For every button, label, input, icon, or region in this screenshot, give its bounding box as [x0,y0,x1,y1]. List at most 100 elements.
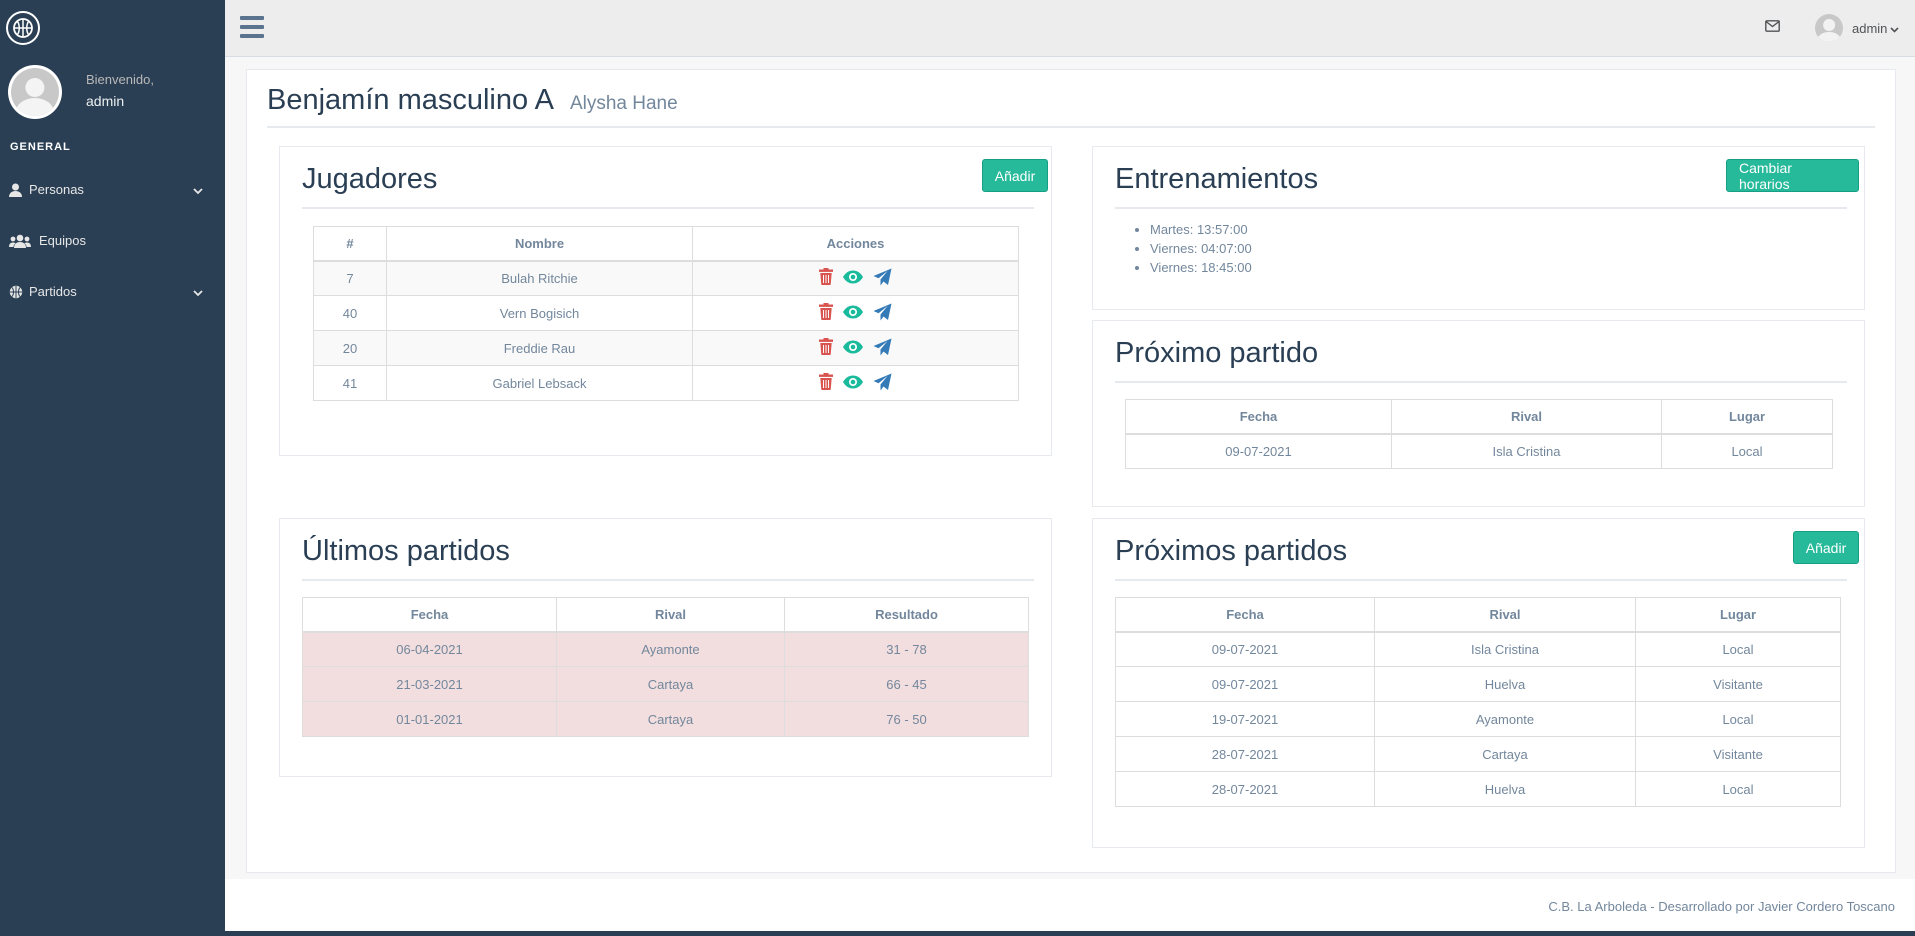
ultimos-partidos-panel: Últimos partidos Fecha Rival Resultado 0… [279,518,1052,777]
table-row: 01-01-2021 Cartaya 76 - 50 [302,701,1029,737]
basketball-icon [9,285,23,299]
training-list: Martes: 13:57:00 Viernes: 04:07:00 Viern… [1150,220,1252,277]
chevron-down-icon [193,285,203,300]
player-name: Freddie Rau [386,330,693,366]
eye-icon[interactable] [842,340,864,357]
column-header: Fecha [1125,399,1392,435]
table-row: 21-03-2021 Cartaya 66 - 45 [302,666,1029,702]
table-row: 09-07-2021 Isla Cristina Local [1125,433,1833,469]
match-venue: Visitante [1635,666,1841,702]
basketball-logo-icon[interactable] [6,10,40,45]
player-number: 20 [313,330,387,366]
menu-toggle-icon[interactable] [240,16,264,38]
match-rival: Cartaya [1374,736,1636,772]
match-rival: Huelva [1374,771,1636,807]
avatar [8,65,62,119]
paper-plane-icon[interactable] [873,268,892,289]
player-name: Bulah Ritchie [386,260,693,296]
eye-icon[interactable] [842,305,864,322]
add-player-button[interactable]: Añadir [982,159,1048,192]
next-match-table: Fecha Rival Lugar 09-07-2021 Isla Cristin… [1125,399,1833,469]
main-content: Benjamín masculino A Alysha Hane Jugador… [225,57,1915,879]
top-navbar: admin [225,0,1915,57]
trash-icon[interactable] [819,303,833,323]
player-name: Vern Bogisich [386,295,693,331]
paper-plane-icon[interactable] [873,373,892,394]
match-rival: Ayamonte [1374,701,1636,737]
table-row: 19-07-2021 Ayamonte Local [1115,701,1841,737]
match-date: 28-07-2021 [1115,736,1375,772]
mail-icon[interactable] [1765,20,1780,35]
column-header: Lugar [1661,399,1833,435]
panel-title: Últimos partidos [302,535,510,567]
eye-icon[interactable] [842,375,864,392]
footer: C.B. La Arboleda - Desarrollado por Javi… [225,879,1915,931]
avatar [1815,14,1843,42]
row-actions [692,295,1019,331]
upcoming-matches-table: Fecha Rival Lugar 09-07-2021 Isla Cristin… [1115,597,1841,807]
trash-icon[interactable] [819,268,833,288]
trash-icon[interactable] [819,338,833,358]
menu-section-title: GENERAL [10,141,71,153]
match-date: 09-07-2021 [1115,666,1375,702]
sidebar-item-personas[interactable]: Personas [0,164,225,215]
table-row: 28-07-2021 Huelva Local [1115,771,1841,807]
profile-username: admin [86,93,125,109]
trash-icon[interactable] [819,373,833,393]
row-actions [692,365,1019,401]
user-menu-name: admin [1852,20,1888,36]
page-container: Benjamín masculino A Alysha Hane Jugador… [246,69,1896,873]
match-date: 19-07-2021 [1115,701,1375,737]
match-rival: Huelva [1374,666,1636,702]
column-header: Fecha [302,597,557,633]
match-result: 66 - 45 [784,666,1029,702]
brand [0,0,225,55]
match-venue: Local [1635,701,1841,737]
match-rival: Isla Cristina [1391,433,1662,469]
table-row: 40 Vern Bogisich [313,295,1019,331]
column-header: Resultado [784,597,1029,633]
table-row: 41 Gabriel Lebsack [313,365,1019,401]
user-menu[interactable]: admin [1815,14,1899,42]
sidebar-item-partidos[interactable]: Partidos [0,266,225,317]
players-table: # Nombre Acciones 7 Bulah Ritchie 40 Vern B… [313,226,1019,401]
table-row: 09-07-2021 Isla Cristina Local [1115,631,1841,667]
page-title: Benjamín masculino A [267,84,554,116]
match-venue: Visitante [1635,736,1841,772]
users-icon [9,234,31,248]
panel-title: Jugadores [302,163,438,195]
match-date: 01-01-2021 [302,701,557,737]
column-header: Rival [556,597,785,633]
panel-title: Próximos partidos [1115,535,1348,567]
panel-title: Próximo partido [1115,337,1319,369]
table-row: 06-04-2021 Ayamonte 31 - 78 [302,631,1029,667]
match-date: 09-07-2021 [1125,433,1392,469]
table-row: 20 Freddie Rau [313,330,1019,366]
column-header: Acciones [692,226,1019,262]
change-schedule-button[interactable]: Cambiar horarios [1726,159,1859,192]
match-venue: Local [1635,771,1841,807]
paper-plane-icon[interactable] [873,338,892,359]
player-number: 40 [313,295,387,331]
sidebar-item-equipos[interactable]: Equipos [0,215,225,266]
match-venue: Local [1635,631,1841,667]
column-header: Lugar [1635,597,1841,633]
paper-plane-icon[interactable] [873,303,892,324]
match-rival: Cartaya [556,701,785,737]
table-row: 7 Bulah Ritchie [313,260,1019,296]
user-icon [9,183,23,197]
welcome-text: Bienvenido, [86,72,154,87]
chevron-down-icon [193,183,203,198]
page-subtitle: Alysha Hane [569,93,678,114]
match-rival: Ayamonte [556,631,785,667]
panel-title: Entrenamientos [1115,163,1319,195]
jugadores-panel: Jugadores Añadir # Nombre Acciones 7 Bula… [279,146,1052,456]
player-number: 41 [313,365,387,401]
add-match-button[interactable]: Añadir [1793,531,1859,564]
footer-text: C.B. La Arboleda - Desarrollado por Javi… [1548,899,1895,914]
list-item: Viernes: 18:45:00 [1150,258,1252,277]
sidebar: Bienvenido, admin GENERAL Personas Equip… [0,0,225,936]
eye-icon[interactable] [842,270,864,287]
proximo-partido-panel: Próximo partido Fecha Rival Lugar 09-07-… [1092,320,1865,507]
page-header: Benjamín masculino A Alysha Hane [267,84,1875,128]
